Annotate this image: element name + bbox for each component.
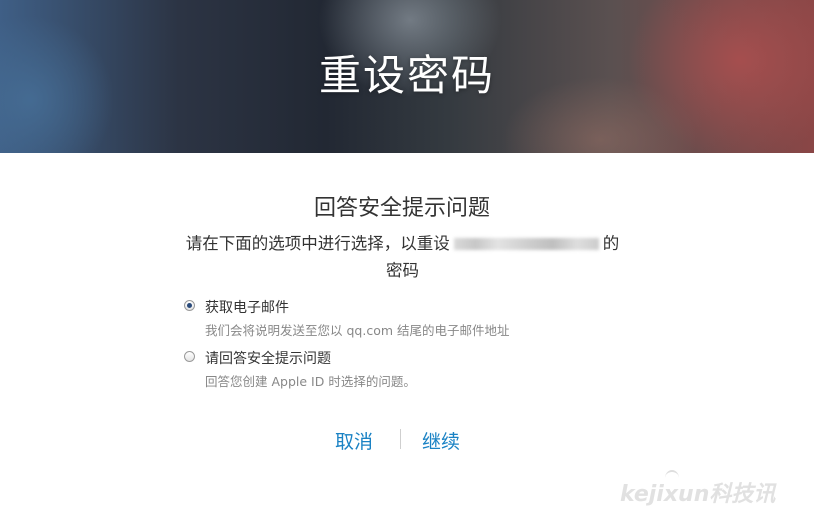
instruction-text-line2: 密码: [386, 261, 419, 280]
instruction-text-after: 的: [602, 234, 620, 253]
option-email-description: 我们会将说明发送至您以 qq.com 结尾的电子邮件地址: [205, 323, 510, 338]
instruction-text: 请在下面的选项中进行选择，以重设 的 密码: [165, 230, 640, 284]
cancel-button[interactable]: 取消: [335, 427, 373, 454]
action-divider: [400, 429, 401, 449]
masked-email: [453, 238, 599, 250]
watermark-logo: kejixun科技讯: [610, 470, 810, 510]
action-bar: 取消 继续: [0, 427, 814, 457]
instruction-text-before: 请在下面的选项中进行选择，以重设: [185, 234, 450, 253]
watermark-text: kejixun科技讯: [620, 482, 776, 507]
hero-banner: 重设密码: [0, 0, 814, 153]
page-title: 重设密码: [318, 51, 495, 100]
option-email-label[interactable]: 获取电子邮件: [205, 297, 289, 317]
option-security-questions-description: 回答您创建 Apple ID 时选择的问题。: [205, 374, 416, 389]
continue-button[interactable]: 继续: [422, 427, 460, 454]
option-security-questions-label[interactable]: 请回答安全提示问题: [205, 348, 331, 368]
section-title: 回答安全提示问题: [313, 196, 490, 221]
radio-email[interactable]: [184, 300, 195, 311]
radio-security-questions[interactable]: [184, 351, 195, 362]
